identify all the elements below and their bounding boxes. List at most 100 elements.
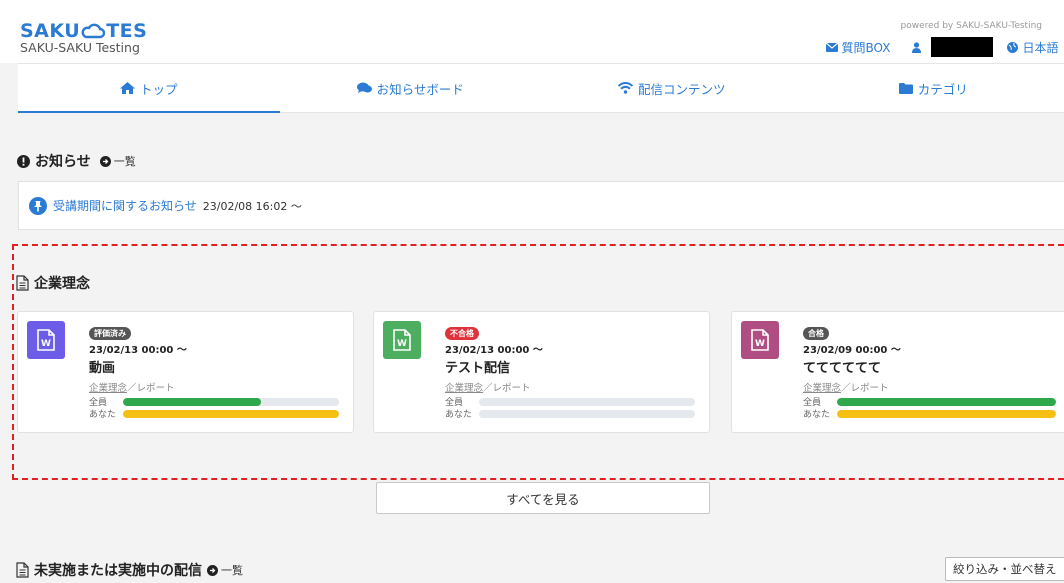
philosophy-heading: 企業理念: [16, 273, 90, 293]
logo-text-right: TES: [106, 20, 148, 42]
notices-list-label: 一覧: [113, 155, 136, 168]
question-box-link[interactable]: 質問BOX: [825, 39, 891, 56]
progress-all-track: [837, 397, 1056, 406]
redacted-username: [931, 37, 994, 57]
card-date: 23/02/09 00:00 ～: [803, 345, 901, 356]
status-badge: 不合格: [445, 327, 479, 340]
card-body: 評価済み 23/02/13 00:00 ～ 動画 企業理念／レポート 全員 あな…: [89, 321, 339, 420]
user-menu[interactable]: [912, 37, 994, 57]
language-selector[interactable]: 日本語 ▾: [1007, 39, 1064, 56]
card-title: 動画: [89, 361, 116, 376]
folder-icon: [898, 82, 913, 94]
progress-you-fill: [123, 409, 339, 418]
notice-item-date: 23/02/08 16:02 ～: [202, 199, 302, 213]
svg-text:W: W: [755, 339, 765, 349]
card-body: 合格 23/02/09 00:00 ～ てててててて 企業理念／レポート 全員 …: [803, 321, 1056, 420]
status-badge: 合格: [803, 327, 829, 340]
card-type: ／レポート: [841, 383, 889, 394]
pending-heading: 未実施または実施中の配信 一覧: [16, 560, 243, 580]
tab-top-label: トップ: [139, 81, 178, 97]
progress-all-track: [123, 397, 339, 406]
wifi-icon: [617, 82, 633, 94]
pin-icon: [29, 196, 47, 215]
progress-you-label: あなた: [445, 410, 473, 420]
user-icon: [912, 41, 922, 53]
comments-icon: [356, 82, 372, 93]
pending-list-label: 一覧: [221, 564, 243, 577]
philosophy-title: 企業理念: [34, 276, 90, 292]
logo[interactable]: SAKU TES SAKU-SAKU Testing: [20, 22, 147, 55]
content-card[interactable]: W 合格 23/02/09 00:00 ～ てててててて 企業理念／レポート 全…: [731, 311, 1064, 433]
status-badge: 評価済み: [89, 327, 131, 340]
logo-subtitle: SAKU-SAKU Testing: [20, 40, 140, 55]
card-category: 企業理念／レポート: [445, 380, 695, 394]
content-card[interactable]: W 評価済み 23/02/13 00:00 ～ 動画 企業理念／レポート 全員 …: [17, 311, 354, 433]
word-doc-icon: W: [27, 321, 65, 359]
see-all-button[interactable]: すべてを見る: [376, 482, 710, 514]
document-icon: [16, 562, 29, 578]
header: SAKU TES SAKU-SAKU Testing powered by SA…: [0, 0, 1064, 63]
home-icon: [119, 82, 135, 94]
progress-you-label: あなた: [89, 410, 117, 420]
progress-you-fill: [837, 409, 1056, 418]
progress-all-row: 全員: [89, 397, 339, 408]
pending-list-link[interactable]: 一覧: [207, 562, 243, 578]
card-body: 不合格 23/02/13 00:00 ～ テスト配信 企業理念／レポート 全員 …: [445, 321, 695, 420]
logo-text-left: SAKU: [20, 20, 81, 42]
card-date: 23/02/13 00:00 ～: [89, 345, 187, 356]
main-tabs: トップ お知らせボード 配信コンテンツ カテゴリ: [18, 63, 1064, 113]
notice-item-link[interactable]: 受講期間に関するお知らせ: [53, 197, 197, 214]
notices-title: お知らせ: [35, 154, 91, 170]
category-link[interactable]: 企業理念: [445, 383, 483, 394]
progress-all-fill: [123, 397, 262, 406]
notices-heading: お知らせ 一覧: [17, 151, 136, 171]
filter-sort-button[interactable]: 絞り込み・並べ替え: [945, 557, 1064, 581]
progress-you-track: [123, 409, 339, 418]
category-link[interactable]: 企業理念: [89, 383, 127, 394]
tab-contents-label: 配信コンテンツ: [637, 81, 726, 97]
document-icon: [16, 275, 29, 291]
card-type: ／レポート: [483, 383, 531, 394]
envelope-icon: [825, 42, 838, 52]
card-category: 企業理念／レポート: [803, 380, 1056, 394]
tab-notice-board-label: お知らせボード: [376, 81, 464, 97]
tab-notice-board[interactable]: お知らせボード: [280, 64, 542, 112]
card-title: テスト配信: [445, 361, 511, 376]
exclamation-circle-icon: [17, 154, 30, 168]
progress-you-label: あなた: [803, 410, 831, 420]
logo-main: SAKU TES: [20, 20, 148, 42]
card-type: ／レポート: [127, 383, 175, 394]
word-doc-icon: W: [383, 321, 421, 359]
header-nav: 質問BOX 日本語 ▾: [825, 37, 1064, 57]
powered-by: powered by SAKU-SAKU-Testing: [900, 21, 1042, 31]
progress-all-row: 全員: [803, 397, 1056, 408]
progress-you-track: [479, 409, 695, 418]
progress-all-fill: [837, 397, 1056, 406]
language-label: 日本語: [1022, 40, 1059, 55]
arrow-circle-right-icon: [207, 564, 218, 576]
progress-you-row: あなた: [803, 409, 1056, 420]
arrow-circle-right-icon: [99, 155, 111, 167]
content-card[interactable]: W 不合格 23/02/13 00:00 ～ テスト配信 企業理念／レポート 全…: [373, 311, 710, 433]
tab-top[interactable]: トップ: [18, 64, 280, 113]
progress-all-row: 全員: [445, 397, 695, 408]
globe-icon: [1007, 41, 1019, 53]
tab-contents[interactable]: 配信コンテンツ: [541, 64, 803, 112]
progress-you-row: あなた: [445, 409, 695, 420]
card-title: てててててて: [803, 361, 882, 376]
progress-you-track: [837, 409, 1056, 418]
tab-category[interactable]: カテゴリ: [803, 64, 1064, 112]
pending-title: 未実施または実施中の配信: [34, 563, 202, 579]
svg-text:W: W: [41, 339, 51, 349]
notices-list-link[interactable]: 一覧: [99, 153, 136, 169]
category-link[interactable]: 企業理念: [803, 383, 841, 394]
progress-all-track: [479, 397, 695, 406]
word-doc-icon: W: [741, 321, 779, 359]
tab-category-label: カテゴリ: [917, 81, 968, 97]
notice-list: 受講期間に関するお知らせ 23/02/08 16:02 ～: [18, 181, 1064, 230]
card-category: 企業理念／レポート: [89, 380, 339, 394]
cloud-logo-icon: [81, 23, 106, 39]
question-box-label: 質問BOX: [841, 40, 891, 55]
progress-you-row: あなた: [89, 409, 339, 420]
card-date: 23/02/13 00:00 ～: [445, 345, 543, 356]
